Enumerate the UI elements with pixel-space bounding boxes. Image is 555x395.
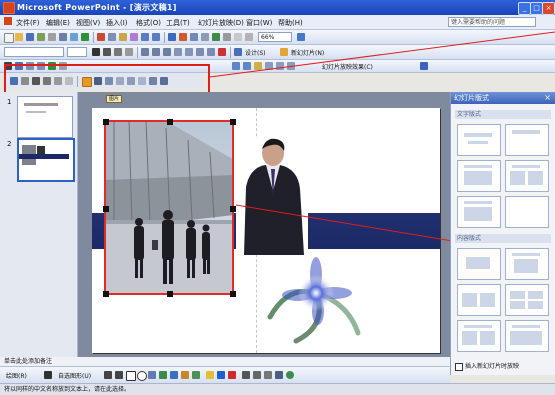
task-pane-close-icon[interactable]: ×	[544, 93, 551, 102]
italic-icon[interactable]	[103, 48, 111, 56]
new-icon[interactable]	[4, 33, 14, 43]
drawing-toolbar: 绘图(R) 自选图形(U)	[0, 366, 450, 383]
email-icon[interactable]	[48, 33, 56, 41]
layout-content-2[interactable]	[505, 248, 549, 280]
open-icon[interactable]	[15, 33, 23, 41]
copy-icon[interactable]	[108, 33, 116, 41]
diagram-icon[interactable]	[170, 371, 178, 379]
layout-blank[interactable]	[505, 196, 549, 228]
shadow-icon[interactable]	[125, 48, 133, 56]
shadow-style-icon[interactable]	[275, 371, 283, 379]
draw-menu-button[interactable]: 绘图(R)	[6, 371, 27, 380]
crop-handle-bottom-left[interactable]	[103, 291, 109, 297]
doc-icon[interactable]	[4, 17, 12, 25]
layout-vertical-text[interactable]	[457, 196, 501, 228]
wordart-icon[interactable]	[159, 371, 167, 379]
layout-two-column[interactable]	[505, 160, 549, 192]
oval-icon[interactable]	[137, 371, 147, 381]
slide-number-1: 1	[7, 98, 12, 106]
paste-icon[interactable]	[119, 33, 127, 41]
crop-handle-top-left[interactable]	[103, 119, 109, 125]
save-icon[interactable]	[26, 33, 34, 41]
align-center-icon[interactable]	[152, 48, 160, 56]
crop-handle-top[interactable]	[167, 119, 173, 125]
crop-handle-left[interactable]	[103, 206, 109, 212]
fill-color-icon[interactable]	[206, 371, 214, 379]
hyperlink-icon[interactable]	[168, 33, 176, 41]
font-size-combo[interactable]	[67, 47, 87, 57]
layout-content-6[interactable]	[505, 320, 549, 352]
menu-view[interactable]: 视图(V)	[76, 18, 100, 28]
show-when-inserting-checkbox[interactable]: 插入新幻灯片时放映	[455, 361, 553, 371]
picture-label-badge: 图片	[106, 95, 122, 103]
insert-table-icon[interactable]	[190, 33, 198, 41]
line-color-icon[interactable]	[217, 371, 225, 379]
permission-icon[interactable]	[37, 33, 45, 41]
slide-thumbnail-2[interactable]	[17, 138, 75, 182]
powerpoint-app-icon	[3, 2, 15, 14]
print-icon[interactable]	[59, 33, 67, 41]
slides-thumbnail-pane: 1 2	[0, 92, 78, 357]
checkbox-label: 插入新幻灯片时放映	[465, 363, 520, 370]
bullets-icon[interactable]	[185, 48, 193, 56]
insert-chart-icon[interactable]	[179, 33, 187, 41]
notes-pane[interactable]: 单击此处添加备注	[0, 357, 450, 366]
line-style-draw-icon[interactable]	[242, 371, 250, 379]
numbering-icon[interactable]	[174, 48, 182, 56]
layout-content-5[interactable]	[457, 320, 501, 352]
slide-thumbnail-1[interactable]	[17, 96, 73, 138]
checkbox-icon[interactable]	[455, 362, 463, 371]
menu-tools[interactable]: 工具(T)	[166, 18, 190, 28]
rectangle-icon[interactable]	[126, 371, 136, 381]
undo-icon[interactable]	[141, 33, 149, 41]
underline-icon[interactable]	[114, 48, 122, 56]
arrow-icon[interactable]	[115, 371, 123, 379]
font-name-combo[interactable]	[4, 47, 64, 57]
menu-insert[interactable]: 插入(I)	[106, 18, 128, 28]
menu-edit[interactable]: 编辑(E)	[46, 18, 70, 28]
section-content-layouts: 内容版式	[455, 234, 551, 243]
layout-content-4[interactable]	[505, 284, 549, 316]
select-arrow-icon[interactable]	[44, 371, 52, 379]
crop-handle-bottom[interactable]	[167, 291, 173, 297]
slide-layout-task-pane: 幻灯片版式 × 文字版式 内容版式 插入新幻灯片时放映	[450, 92, 555, 375]
print-preview-icon[interactable]	[70, 33, 78, 41]
textbox-icon[interactable]	[148, 371, 156, 379]
clip-art-icon[interactable]	[181, 371, 189, 379]
layout-title-text[interactable]	[457, 160, 501, 192]
spelling-icon[interactable]	[81, 33, 89, 41]
dash-style-icon[interactable]	[253, 371, 261, 379]
line-icon[interactable]	[104, 371, 112, 379]
menu-format[interactable]: 格式(O)	[136, 18, 161, 28]
status-bar: 将以同样的中文名称放到文本上，请在此选择。	[0, 383, 555, 395]
section-text-layouts: 文字版式	[455, 110, 551, 119]
3d-style-icon[interactable]	[286, 371, 294, 379]
layout-title-only[interactable]	[505, 124, 549, 156]
cut-icon[interactable]	[97, 33, 105, 41]
layout-content-3[interactable]	[457, 284, 501, 316]
arrow-style-icon[interactable]	[264, 371, 272, 379]
autoshapes-button[interactable]: 自选图形(U)	[58, 371, 91, 380]
align-right-icon[interactable]	[163, 48, 171, 56]
insert-picture-draw-icon[interactable]	[192, 371, 200, 379]
task-pane-title: 幻灯片版式	[451, 92, 555, 104]
font-color-draw-icon[interactable]	[228, 371, 236, 379]
bold-icon[interactable]	[92, 48, 100, 56]
redo-icon[interactable]	[152, 33, 160, 41]
align-left-icon[interactable]	[141, 48, 149, 56]
format-painter-icon[interactable]	[130, 33, 138, 41]
layout-title-slide[interactable]	[457, 124, 501, 156]
layout-content-1[interactable]	[457, 248, 501, 280]
menu-file[interactable]: 文件(F)	[16, 18, 40, 28]
window-title: Microsoft PowerPoint - [演示文稿1]	[17, 3, 177, 12]
slide-number-2: 2	[7, 140, 12, 148]
